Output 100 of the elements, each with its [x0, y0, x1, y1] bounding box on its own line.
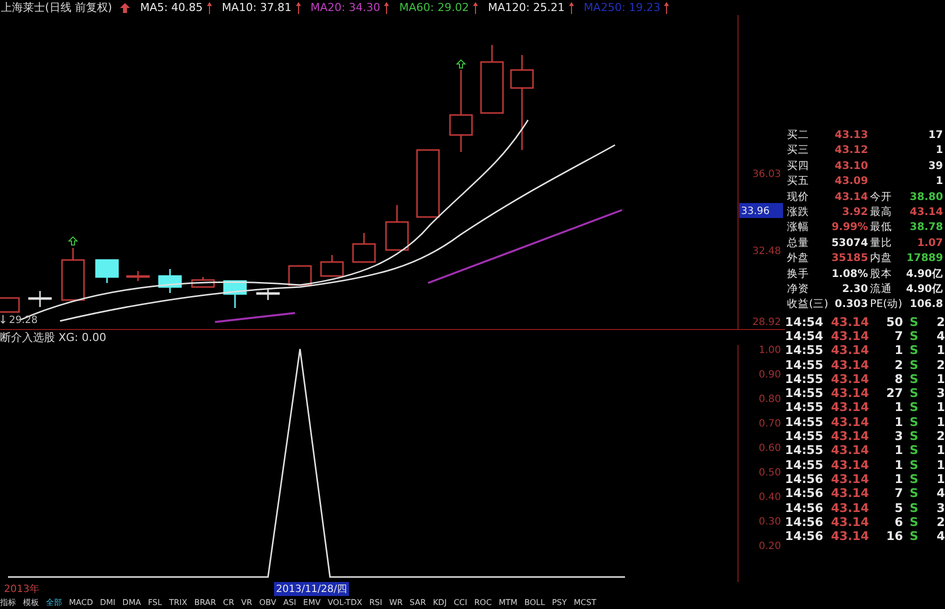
up-arrow-icon	[472, 2, 478, 14]
up-arrow-icon	[384, 2, 390, 14]
trade-price: 43.14	[830, 458, 869, 472]
indicator-tab[interactable]: RSI	[369, 596, 382, 609]
indicator-tab[interactable]: MTM	[498, 596, 518, 609]
trade-count: 1	[936, 472, 945, 486]
indicator-tab[interactable]: MCST	[574, 596, 596, 609]
quote-value: 39	[927, 158, 943, 174]
trade-side: S	[908, 400, 920, 415]
quote-label: 买五	[786, 174, 810, 190]
stock-title: 上海莱士(日线 前复权)	[1, 0, 112, 15]
indicator-tab[interactable]: ROC	[474, 596, 492, 609]
indicator-tab[interactable]: SAR	[410, 596, 426, 609]
candlestick	[385, 205, 409, 251]
quote-label: 股本	[869, 266, 893, 282]
ma-legend-value: MA120: 25.21	[488, 1, 565, 14]
quote-value: 38.80	[908, 190, 943, 205]
indicator-tab[interactable]: BRAR	[194, 596, 216, 609]
year-label: 2013年	[4, 583, 40, 596]
axis-label: 32.48	[752, 246, 781, 257]
trade-time: 14:55	[785, 372, 824, 386]
trade-time: 14:55	[785, 429, 824, 444]
candlestick	[320, 255, 344, 277]
trade-side: S	[908, 414, 920, 430]
trade-time: 14:56	[785, 472, 824, 486]
indicator-tab[interactable]: BOLL	[524, 596, 545, 609]
indicator-tab[interactable]: 模板	[23, 596, 39, 609]
indicator-tab[interactable]: MACD	[69, 596, 93, 609]
trade-count: 2	[936, 514, 945, 530]
trade-price: 43.14	[830, 486, 869, 501]
candlestick	[416, 149, 440, 218]
axis-label: 0.70	[758, 418, 781, 430]
trade-time: 14:55	[785, 443, 824, 458]
up-arrow-icon	[206, 2, 212, 14]
trade-price: 43.14	[830, 328, 869, 344]
indicator-tab[interactable]: ASI	[283, 596, 296, 609]
indicator-tab[interactable]: FSL	[148, 596, 162, 609]
trade-price: 43.14	[830, 529, 869, 544]
indicator-tab[interactable]: DMI	[100, 596, 116, 609]
trade-count: 4	[936, 529, 945, 544]
candlestick	[480, 45, 504, 114]
trade-volume: 16	[885, 529, 903, 544]
signal-arrow-icon	[456, 59, 466, 68]
ma-legend-value: MA10: 37.81	[222, 1, 292, 14]
trade-price: 43.14	[830, 343, 869, 358]
trade-time: 14:55	[785, 458, 824, 472]
axis-label: 0.90	[758, 370, 781, 381]
indicator-tab[interactable]: OBV	[259, 596, 276, 609]
indicator-tab[interactable]: CCI	[454, 596, 468, 609]
candlestick	[256, 288, 280, 300]
trade-time: 14:56	[785, 486, 824, 501]
quote-value: 17	[927, 128, 943, 143]
quote-label: PE(动)	[869, 297, 904, 312]
indicator-tab[interactable]: DMA	[122, 596, 141, 609]
up-arrow-icon	[296, 2, 301, 14]
trade-time: 14:56	[785, 500, 824, 515]
trade-side: S	[908, 529, 920, 544]
trade-volume: 1	[894, 443, 903, 458]
quote-value: 4.90亿	[905, 282, 943, 297]
trade-price: 43.14	[830, 414, 869, 430]
axis-label: 0.20	[758, 541, 781, 552]
candlestick	[158, 269, 182, 293]
trade-volume: 1	[894, 472, 903, 486]
trade-time: 14:56	[785, 514, 824, 530]
quote-value: 35185	[830, 251, 868, 266]
indicator-title: 断介入选股 XG: 0.00	[0, 329, 785, 346]
indicator-tab[interactable]: VR	[241, 596, 252, 609]
candlestick	[95, 259, 119, 283]
cursor-price-tag	[739, 203, 783, 218]
trade-time: 14:54	[785, 314, 824, 329]
trade-count: 1	[936, 458, 945, 472]
indicator-tab[interactable]: PSY	[552, 596, 567, 609]
indicator-tab[interactable]: VOL-TDX	[328, 596, 362, 609]
up-arrow-icon	[664, 2, 670, 14]
trade-volume: 50	[885, 314, 903, 329]
trade-side: S	[908, 343, 920, 358]
indicator-tab[interactable]: EMV	[303, 596, 321, 609]
indicator-tab[interactable]: CR	[223, 596, 234, 609]
cursor-date-tag: 2013/11/28/四	[274, 582, 350, 596]
trade-price: 43.14	[830, 314, 869, 329]
quote-value: 1.07	[916, 236, 943, 251]
trade-side: S	[908, 328, 920, 344]
indicator-tab[interactable]: KDJ	[432, 596, 447, 609]
trade-volume: 6	[894, 514, 903, 530]
trade-side: S	[908, 386, 920, 400]
up-arrow-icon	[120, 2, 130, 12]
quote-value: 38.78	[908, 220, 943, 236]
candlestick	[352, 233, 376, 263]
quote-label: 流通	[869, 282, 893, 297]
indicator-tab[interactable]: WR	[389, 596, 403, 609]
trade-count: 2	[936, 358, 945, 372]
quote-label: 买三	[786, 143, 810, 158]
trade-volume: 27	[885, 386, 903, 400]
indicator-tab[interactable]: 指标	[0, 596, 16, 609]
indicator-tab[interactable]: TRIX	[168, 596, 188, 609]
trade-side: S	[908, 486, 920, 501]
trade-count: 1	[936, 443, 945, 458]
trade-side: S	[908, 458, 920, 472]
indicator-tab[interactable]: 全部	[46, 596, 62, 609]
quote-value: 106.8	[908, 297, 943, 312]
